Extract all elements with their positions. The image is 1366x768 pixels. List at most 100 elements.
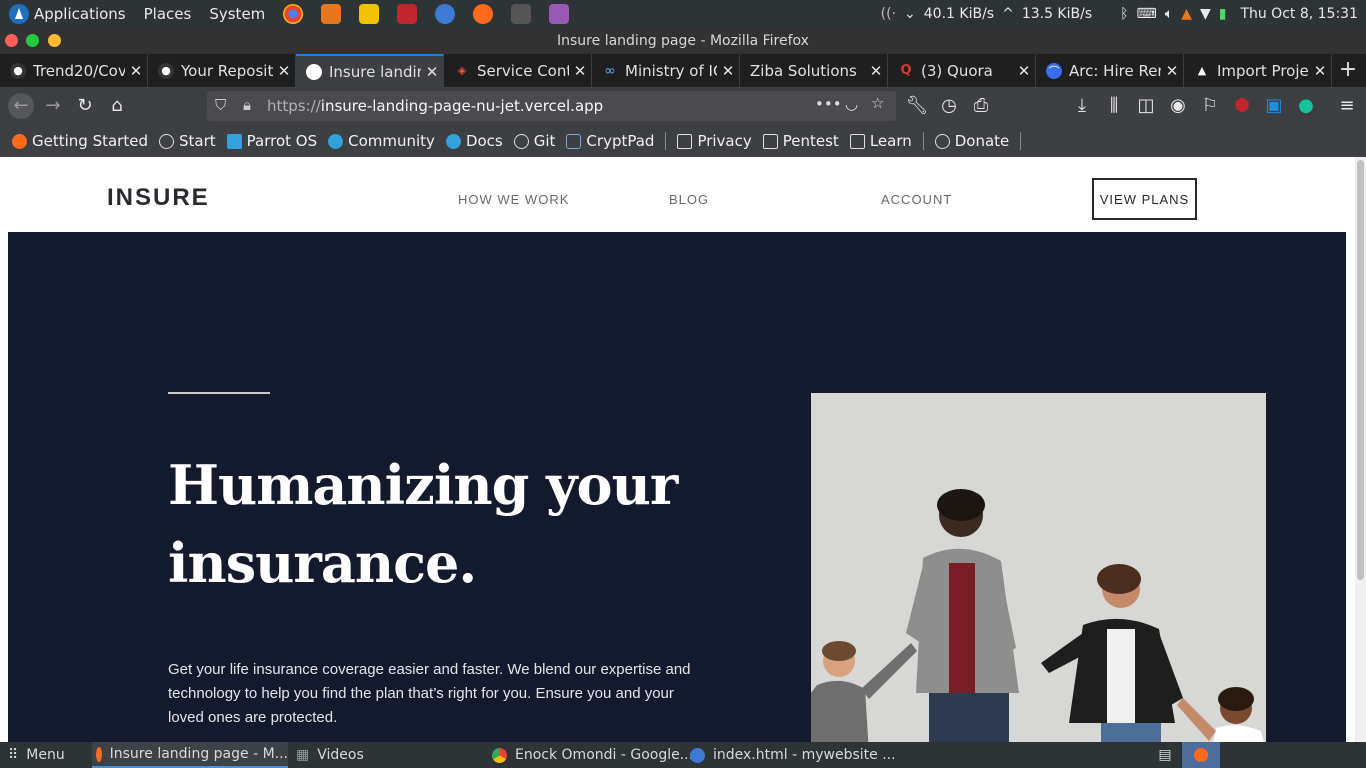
reload-button[interactable]: ↻: [72, 93, 98, 119]
close-tab-icon[interactable]: ✕: [273, 62, 295, 80]
volume-icon[interactable]: 🔈︎: [1165, 6, 1173, 22]
lock-icon[interactable]: 🔒︎: [243, 96, 251, 114]
back-button[interactable]: ←: [8, 93, 34, 119]
bookmark-git[interactable]: Git: [513, 132, 555, 150]
tab-repositories[interactable]: ● Your Reposit ✕: [148, 54, 296, 87]
keyring-launcher-icon[interactable]: [359, 4, 380, 24]
new-tab-button[interactable]: +: [1332, 54, 1364, 87]
close-tab-icon[interactable]: ✕: [1161, 62, 1183, 80]
vlc-launcher-icon[interactable]: [321, 4, 342, 24]
taskbar-firefox-window[interactable]: Insure landing page - M...: [92, 742, 288, 768]
tools-wrench-icon[interactable]: 🔧︎: [904, 93, 930, 119]
library-icon[interactable]: ⫼: [1101, 93, 1127, 119]
workspace-switcher-icon[interactable]: ▤: [1152, 742, 1178, 768]
grammarly-icon[interactable]: ●: [1293, 93, 1319, 119]
bookmark-folder-learn[interactable]: Learn: [849, 132, 912, 150]
maximize-window-button[interactable]: [26, 34, 39, 47]
ublock-icon[interactable]: ⬢: [1229, 93, 1255, 119]
nav-how-we-work[interactable]: HOW WE WORK: [458, 192, 569, 207]
extension-s-icon[interactable]: ▣: [1261, 93, 1287, 119]
workspace-firefox-icon[interactable]: [1182, 742, 1220, 768]
window-title: Insure landing page - Mozilla Firefox: [557, 33, 809, 49]
tab-ministry-ict[interactable]: ∞ Ministry of IC ✕: [592, 54, 740, 87]
video-folder-icon: ▦: [296, 747, 310, 763]
hero-divider-line: [168, 392, 270, 394]
nav-blog[interactable]: BLOG: [669, 192, 709, 207]
close-tab-icon[interactable]: ✕: [865, 62, 887, 80]
tab-arc[interactable]: ⌒ Arc: Hire Ren ✕: [1036, 54, 1184, 87]
page-scrollbar-thumb[interactable]: [1357, 160, 1364, 580]
parrot-icon: [445, 133, 461, 149]
keyboard-icon[interactable]: ⌨: [1137, 6, 1157, 22]
bookmark-folder-privacy[interactable]: Privacy: [677, 132, 752, 150]
downloads-icon[interactable]: ⤓: [1069, 93, 1095, 119]
terminal-launcher-icon[interactable]: [511, 4, 532, 24]
site-logo[interactable]: INSURE: [107, 184, 210, 212]
terminal-red-launcher-icon[interactable]: [397, 4, 418, 24]
close-window-button[interactable]: [5, 34, 18, 47]
close-tab-icon[interactable]: ✕: [421, 63, 443, 81]
history-icon[interactable]: ◷: [936, 93, 962, 119]
close-tab-icon[interactable]: ✕: [569, 62, 591, 80]
chrome-launcher-icon[interactable]: [283, 4, 304, 24]
page-actions-icon[interactable]: •••: [815, 95, 842, 113]
tab-quora[interactable]: Q (3) Quora ✕: [888, 54, 1036, 87]
bookmark-cryptpad[interactable]: CryptPad: [566, 132, 654, 150]
bookmark-parrot-os[interactable]: Parrot OS: [226, 132, 317, 150]
bookmark-folder-pentest[interactable]: Pentest: [762, 132, 839, 150]
network-icon[interactable]: ((·: [881, 6, 896, 22]
bluetooth-icon[interactable]: ᛒ: [1120, 6, 1128, 22]
taskbar-menu-button[interactable]: ⠿ Menu: [8, 742, 65, 768]
web-page-viewport: INSURE HOW WE WORK BLOG ACCOUNT VIEW PLA…: [0, 157, 1355, 742]
minimize-window-button[interactable]: [48, 34, 61, 47]
cryptpad-icon: [566, 133, 582, 149]
battery-icon[interactable]: ▮: [1219, 6, 1227, 22]
bookmark-community[interactable]: Community: [328, 132, 435, 150]
hamburger-menu-icon[interactable]: ≡: [1334, 93, 1360, 119]
pocket-icon[interactable]: ◡: [845, 95, 858, 113]
vlc-tray-icon[interactable]: ▲: [1181, 6, 1192, 22]
url-text[interactable]: https://insure-landing-page-nu-jet.verce…: [267, 97, 603, 115]
places-menu[interactable]: Places: [144, 5, 192, 23]
window-titlebar[interactable]: Insure landing page - Mozilla Firefox: [0, 28, 1366, 54]
upload-arrow-icon: ^: [1002, 6, 1014, 22]
tab-insure-landing[interactable]: Insure landing ✕: [296, 54, 444, 87]
account-icon[interactable]: ◉: [1165, 93, 1191, 119]
clock[interactable]: Thu Oct 8, 15:31: [1240, 6, 1358, 22]
forward-button[interactable]: →: [40, 93, 66, 119]
nav-account[interactable]: ACCOUNT: [881, 192, 952, 207]
firefox-icon: [96, 746, 102, 762]
close-tab-icon[interactable]: ✕: [717, 62, 739, 80]
bookmark-donate[interactable]: Donate: [934, 132, 1009, 150]
bookmark-star-icon[interactable]: ☆: [871, 94, 884, 112]
url-bar[interactable]: ⛉ 🔒︎ https://insure-landing-page-nu-jet.…: [207, 91, 896, 121]
download-arrow-icon: ⌄: [904, 6, 916, 22]
wifi-icon[interactable]: ▼: [1200, 6, 1211, 22]
bookmark-docs[interactable]: Docs: [445, 132, 503, 150]
tab-import-project[interactable]: ▲ Import Proje ✕: [1184, 54, 1332, 87]
tab-service-container[interactable]: ◈ Service Conta ✕: [444, 54, 592, 87]
tab-trend20[interactable]: ● Trend20/Cov ✕: [0, 54, 148, 87]
home-button[interactable]: ⌂: [104, 93, 130, 119]
github-icon: ●: [10, 62, 26, 79]
close-tab-icon[interactable]: ✕: [1013, 62, 1035, 80]
close-tab-icon[interactable]: ✕: [125, 62, 147, 80]
print-icon[interactable]: ⎙: [968, 93, 994, 119]
taskbar-videos-window[interactable]: ▦ Videos: [296, 742, 364, 768]
shield-icon[interactable]: ⛉: [215, 96, 226, 114]
taskbar-vscode-window[interactable]: index.html - mywebsite ...: [690, 742, 896, 768]
text-editor-launcher-icon[interactable]: [549, 4, 570, 24]
bookmark-getting-started[interactable]: Getting Started: [12, 132, 148, 150]
parrot-logo-icon[interactable]: [8, 3, 30, 25]
sidebar-icon[interactable]: ◫: [1133, 93, 1159, 119]
view-plans-button[interactable]: VIEW PLANS: [1092, 178, 1197, 220]
tab-ziba-solutions[interactable]: Ziba Solutions ✕: [740, 54, 888, 87]
vscode-launcher-icon[interactable]: [435, 4, 456, 24]
system-menu[interactable]: System: [209, 5, 265, 23]
firefox-launcher-icon[interactable]: [473, 4, 494, 24]
taskbar-chrome-window[interactable]: Enock Omondi - Google...: [492, 742, 693, 768]
close-tab-icon[interactable]: ✕: [1309, 62, 1331, 80]
applications-menu[interactable]: Applications: [34, 5, 126, 23]
extension-notification-icon[interactable]: ⚐: [1197, 93, 1223, 119]
bookmark-start[interactable]: Start: [158, 132, 216, 150]
